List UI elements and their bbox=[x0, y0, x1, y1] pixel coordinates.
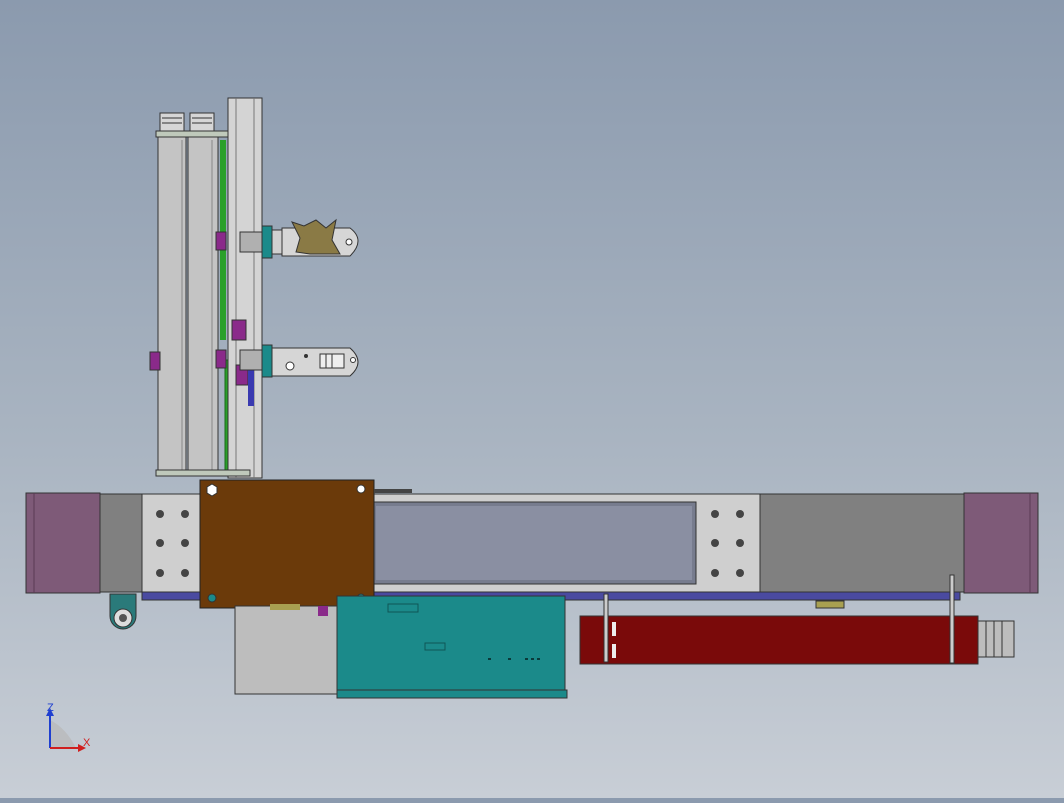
vertical-axis-assembly[interactable] bbox=[149, 97, 263, 479]
cad-viewport[interactable]: Z X bbox=[0, 0, 1064, 798]
z-axis-label: Z bbox=[47, 702, 54, 714]
horizontal-beam[interactable] bbox=[25, 492, 1039, 601]
x-axis-label: X bbox=[83, 737, 91, 749]
orientation-triad[interactable]: Z X bbox=[46, 702, 91, 752]
motor-enclosure[interactable] bbox=[234, 595, 568, 699]
assembly-drawing: Z X bbox=[25, 97, 1039, 752]
roller-wheel bbox=[109, 593, 137, 630]
